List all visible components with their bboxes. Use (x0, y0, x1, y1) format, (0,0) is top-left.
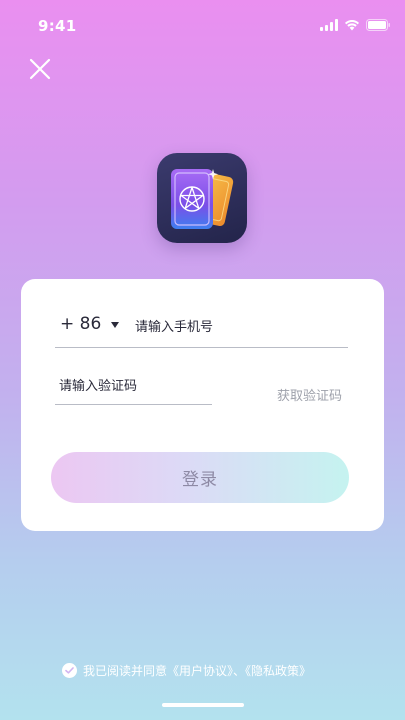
country-code-selector[interactable]: + 86 (60, 314, 120, 334)
agreement-check-icon[interactable] (62, 662, 77, 678)
close-button[interactable] (26, 55, 54, 83)
code-input-underline (55, 404, 212, 405)
agreement-separator: 、 (233, 663, 246, 678)
home-indicator (162, 703, 244, 707)
status-time: 9:41 (38, 17, 77, 35)
login-button[interactable]: 登录 (51, 452, 349, 503)
get-code-button[interactable]: 获取验证码 (277, 383, 342, 405)
close-icon (29, 58, 51, 80)
login-card: + 86 请输入手机号 请输入验证码 获取验证码 登录 (21, 279, 384, 531)
caret-down-icon (111, 322, 120, 328)
wifi-icon (344, 19, 360, 31)
signal-icon (320, 19, 338, 31)
login-button-label: 登录 (182, 470, 218, 490)
status-bar: 9:41 (0, 0, 405, 52)
agreement: 我已阅读并同意《用户协议》、《隐私政策》 (62, 661, 311, 679)
agreement-text: 我已阅读并同意《用户协议》、《隐私政策》 (83, 662, 311, 679)
agreement-prefix: 我已阅读并同意 (83, 663, 168, 678)
status-icons (320, 17, 391, 31)
verification-code-input[interactable]: 请输入验证码 (59, 373, 209, 395)
app-logo-icon (157, 153, 247, 243)
battery-icon (366, 19, 391, 31)
phone-input-underline (55, 347, 348, 348)
country-code-label: + 86 (60, 314, 102, 334)
phone-input[interactable]: 请输入手机号 (135, 314, 345, 336)
privacy-policy-link[interactable]: 《隐私政策》 (245, 664, 311, 678)
user-agreement-link[interactable]: 《用户协议》 (167, 664, 233, 678)
